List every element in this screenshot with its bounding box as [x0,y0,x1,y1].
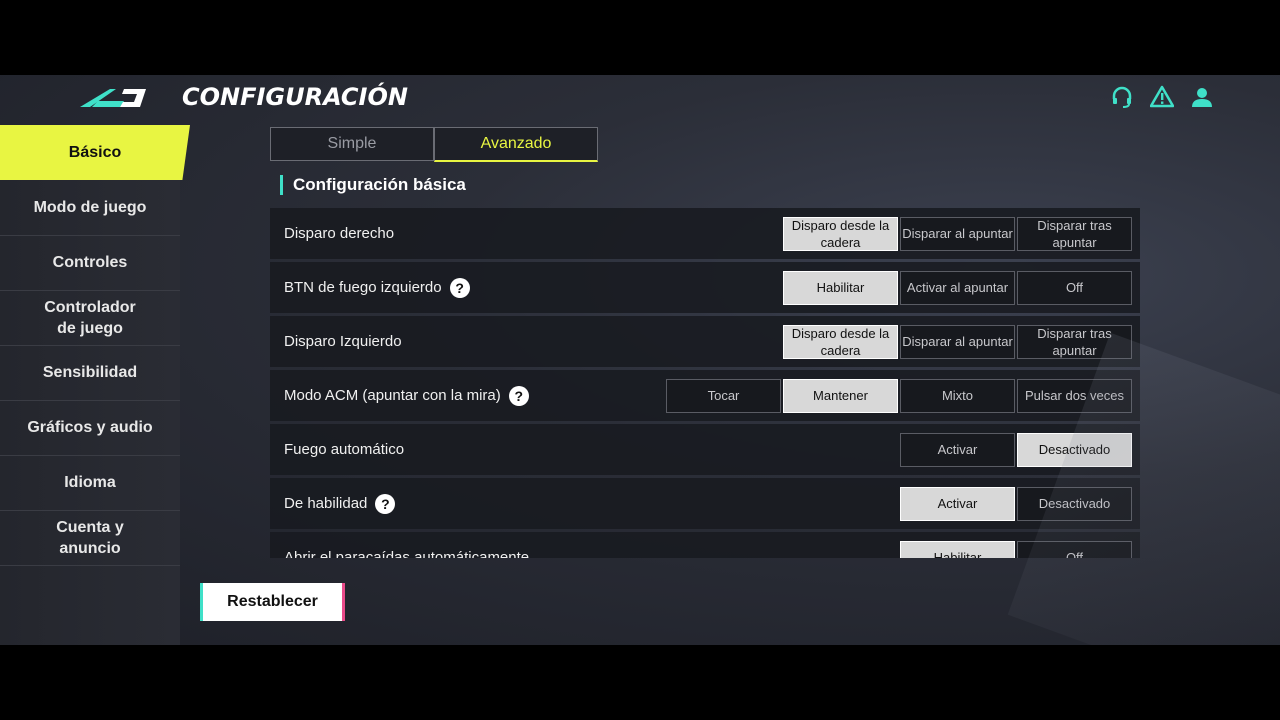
sidebar-item-graficos-y-audio[interactable]: Gráficos y audio [0,400,180,456]
sidebar-item-idioma[interactable]: Idioma [0,455,180,511]
settings-sidebar: Básico Modo de juego Controles Controlad… [0,125,190,645]
option-button[interactable]: Activar [900,486,1015,521]
setting-label: Modo ACM (apuntar con la mira)? [284,385,529,406]
option-button[interactable]: Desactivado [1017,432,1132,467]
option-group: Disparo desde la cadera Disparar al apunt… [781,216,1132,251]
option-button[interactable]: Activar [900,432,1015,467]
option-button[interactable]: Tocar [666,378,781,413]
option-button[interactable]: Disparo desde la cadera [783,324,898,359]
sidebar-item-modo-de-juego[interactable]: Modo de juego [0,180,180,236]
setting-row: De habilidad? Activar Desactivado [270,478,1140,529]
option-group: Disparo desde la cadera Disparar al apunt… [781,324,1132,359]
reset-button[interactable]: Restablecer [200,583,345,621]
option-button[interactable]: Pulsar dos veces [1017,378,1132,413]
help-icon[interactable]: ? [449,277,470,298]
setting-row: Fuego automático Activar Desactivado [270,424,1140,475]
help-icon[interactable]: ? [375,493,396,514]
option-button[interactable]: Habilitar [900,540,1015,558]
page-title: CONFIGURACIÓN [182,83,408,111]
setting-label-text: Modo ACM (apuntar con la mira) [284,387,501,404]
option-button[interactable]: Desactivado [1017,486,1132,521]
sidebar-item-cuenta-y-anuncio[interactable]: Cuenta y anuncio [0,510,180,566]
settings-list[interactable]: Disparo derecho Disparo desde la cadera Di… [270,208,1140,558]
option-button[interactable]: Disparar tras apuntar [1017,324,1132,359]
setting-row: Disparo derecho Disparo desde la cadera Di… [270,208,1140,259]
option-button[interactable]: Activar al apuntar [900,270,1015,305]
option-group: Habilitar Activar al apuntar Off [781,270,1132,305]
game-settings-screen: CONFIGURACIÓN Básico Modo de juego Contr… [0,75,1280,645]
setting-label-text: Abrir el paracaídas automáticamente [284,549,530,558]
sidebar-item-label: Idioma [64,474,116,491]
setting-label: Abrir el paracaídas automáticamente [284,549,529,558]
option-button[interactable]: Mantener [783,378,898,413]
option-button[interactable]: Off [1017,270,1132,305]
headset-icon[interactable] [1110,85,1134,109]
option-button[interactable]: Off [1017,540,1132,558]
sidebar-item-label: Modo de juego [33,199,147,216]
option-button[interactable]: Habilitar [783,270,898,305]
sidebar-item-label: Básico [68,144,122,161]
option-group: Habilitar Off [898,540,1132,558]
setting-label: Fuego automático [284,441,404,458]
setting-row: BTN de fuego izquierdo? Habilitar Activar … [270,262,1140,313]
tab-avanzado[interactable]: Avanzado [434,127,598,162]
top-icon-bar [1110,85,1214,109]
setting-row: Disparo Izquierdo Disparo desde la cadera… [270,316,1140,367]
game-logo [80,89,146,107]
setting-row: Abrir el paracaídas automáticamente Habil… [270,532,1140,558]
option-button[interactable]: Mixto [900,378,1015,413]
setting-label: BTN de fuego izquierdo? [284,277,470,298]
sidebar-item-label: Sensibilidad [42,364,138,381]
option-group: Tocar Mantener Mixto Pulsar dos veces [664,378,1132,413]
warning-icon[interactable] [1149,85,1175,109]
setting-label-text: BTN de fuego izquierdo [284,279,442,296]
sidebar-item-label: Cuenta y anuncio [56,518,124,557]
setting-label: De habilidad? [284,493,396,514]
sidebar-item-label: Gráficos y audio [27,419,153,436]
setting-label-text: Fuego automático [284,441,405,458]
user-icon[interactable] [1190,85,1214,109]
sidebar-item-label: Controles [52,254,128,271]
tab-simple[interactable]: Simple [270,127,434,161]
option-group: Activar Desactivado [898,432,1132,467]
option-button[interactable]: Disparar al apuntar [900,216,1015,251]
setting-label-text: Disparo derecho [284,225,395,242]
setting-label: Disparo Izquierdo [284,333,402,350]
setting-label: Disparo derecho [284,225,394,242]
setting-label-text: De habilidad [284,495,368,512]
sidebar-item-controlador-de-juego[interactable]: Controlador de juego [0,290,180,346]
section-title: Configuración básica [280,175,466,195]
option-button[interactable]: Disparar tras apuntar [1017,216,1132,251]
sidebar-item-label: Controlador de juego [44,298,136,337]
option-group: Activar Desactivado [898,486,1132,521]
option-button[interactable]: Disparo desde la cadera [783,216,898,251]
setting-label-text: Disparo Izquierdo [284,333,402,350]
sidebar-item-basico[interactable]: Básico [0,125,190,180]
sidebar-item-controles[interactable]: Controles [0,235,180,291]
help-icon[interactable]: ? [508,385,529,406]
option-button[interactable]: Disparar al apuntar [900,324,1015,359]
setting-row: Modo ACM (apuntar con la mira)? Tocar Mant… [270,370,1140,421]
sidebar-item-sensibilidad[interactable]: Sensibilidad [0,345,180,401]
mode-tabs: Simple Avanzado [270,127,598,162]
